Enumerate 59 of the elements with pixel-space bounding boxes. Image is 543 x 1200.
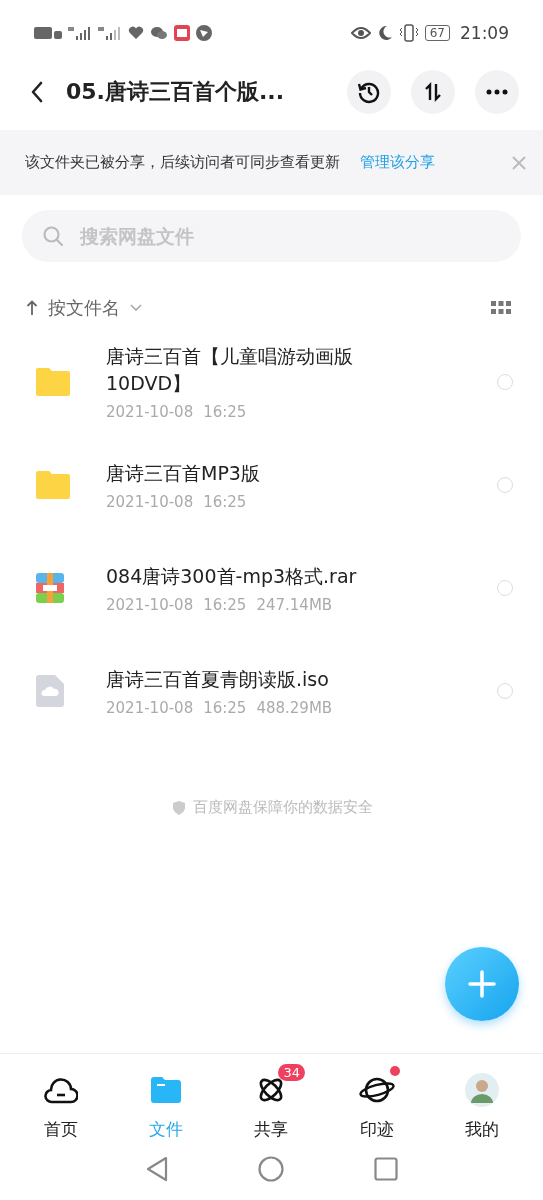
- history-icon: [357, 80, 381, 104]
- file-size: 488.29MB: [256, 698, 333, 717]
- history-button[interactable]: [347, 70, 391, 114]
- signal-icon: [98, 24, 122, 41]
- back-icon: [30, 81, 44, 103]
- folder-icon: [151, 1076, 182, 1103]
- folder-icon: [36, 471, 70, 499]
- file-row[interactable]: 084唐诗300首-mp3格式.rar 2021-10-08 16:25 247.14MB: [0, 542, 543, 634]
- sort-dropdown[interactable]: 按文件名: [26, 296, 142, 320]
- plus-icon: [467, 969, 497, 999]
- back-nav-icon[interactable]: [145, 1156, 168, 1182]
- folder-icon: [36, 368, 70, 396]
- clock-time: 21:09: [460, 22, 509, 43]
- recents-nav-icon[interactable]: [373, 1157, 398, 1181]
- search-icon: [42, 225, 64, 247]
- more-icon: [486, 89, 508, 95]
- home-nav-icon[interactable]: [257, 1156, 284, 1182]
- chat-icon: [150, 25, 168, 40]
- sort-button[interactable]: [411, 70, 455, 114]
- file-row[interactable]: 唐诗三百首【儿童唱游动画版10DVD】 2021-10-08 16:25: [0, 336, 543, 428]
- battery-indicator: 67: [424, 24, 450, 41]
- file-row[interactable]: 唐诗三百首MP3版 2021-10-08 16:25: [0, 439, 543, 531]
- add-button[interactable]: [445, 947, 519, 1021]
- shield-icon: [170, 799, 187, 816]
- vibrate-icon: [398, 23, 419, 42]
- file-date: 2021-10-08: [106, 595, 194, 614]
- cloud-file-icon: [36, 675, 64, 707]
- grid-view-button[interactable]: [491, 300, 513, 316]
- eye-icon: [350, 25, 371, 40]
- chevron-down-icon: [130, 304, 142, 312]
- file-name: 唐诗三百首夏青朗读版.iso: [106, 666, 330, 692]
- share-notice: 该文件夹已被分享，后续访问者可同步查看更新: [25, 153, 340, 172]
- nav-tab[interactable]: 34 共享: [226, 1059, 317, 1141]
- security-note: 百度网盘保障你的数据安全: [192, 798, 373, 817]
- archive-icon: [36, 573, 64, 603]
- file-date: 2021-10-08: [106, 403, 194, 421]
- nav-tab[interactable]: 首页: [15, 1059, 106, 1141]
- file-time: 16:25: [203, 403, 247, 421]
- file-time: 16:25: [203, 492, 247, 511]
- file-date: 2021-10-08: [106, 698, 194, 717]
- up-arrow-icon: [26, 300, 38, 316]
- nav-tab[interactable]: 印迹: [331, 1059, 422, 1141]
- file-time: 16:25: [203, 595, 247, 614]
- avatar-icon: [465, 1072, 500, 1107]
- notification-badge: 34: [278, 1063, 305, 1081]
- folder-title: 05.唐诗三百首个版...: [66, 78, 286, 106]
- heart-icon: [128, 25, 144, 40]
- file-row[interactable]: 唐诗三百首夏青朗读版.iso 2021-10-08 16:25 488.29MB: [0, 645, 543, 737]
- file-time: 16:25: [203, 698, 247, 717]
- file-name: 唐诗三百首【儿童唱游动画版10DVD】: [106, 344, 354, 396]
- signal-icon: [68, 24, 92, 41]
- file-name: 084唐诗300首-mp3格式.rar: [106, 563, 358, 589]
- more-button[interactable]: [475, 70, 519, 114]
- file-size: 247.14MB: [256, 595, 333, 614]
- file-name: 唐诗三百首MP3版: [106, 460, 261, 486]
- file-date: 2021-10-08: [106, 492, 194, 511]
- nav-tab[interactable]: 我的: [437, 1059, 528, 1141]
- cloud-icon: [43, 1075, 78, 1104]
- moon-icon: [376, 24, 393, 41]
